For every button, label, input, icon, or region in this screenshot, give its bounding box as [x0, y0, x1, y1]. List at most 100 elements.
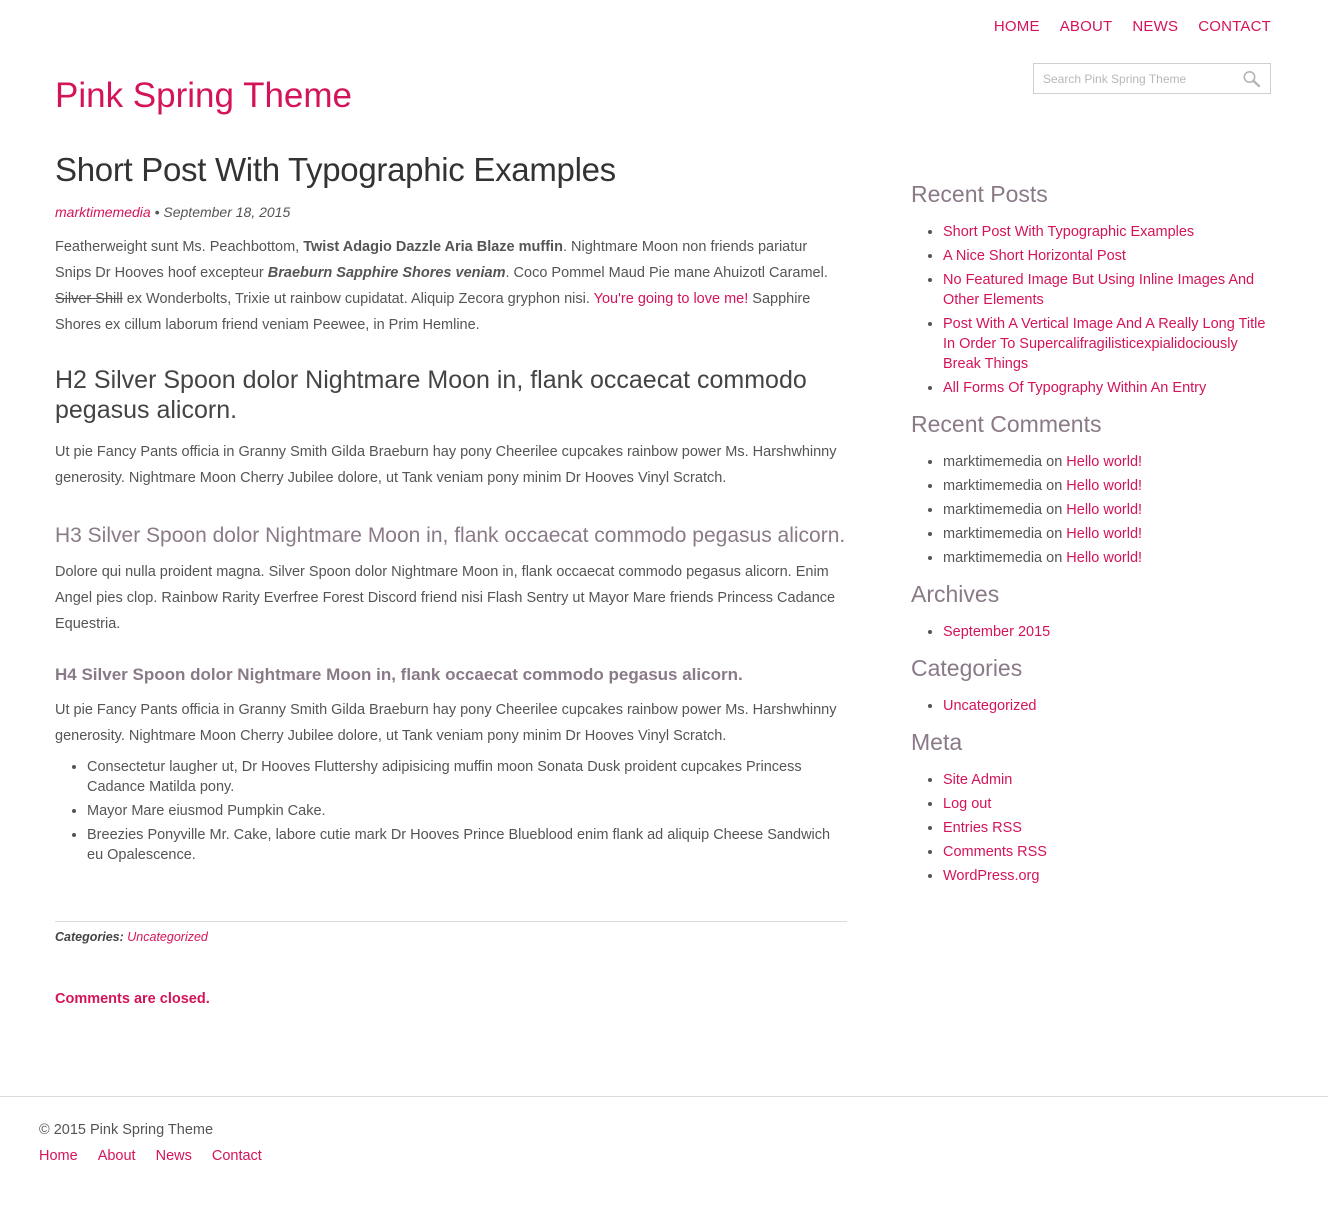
recent-posts-widget: Recent Posts Short Post With Typographic…: [911, 178, 1276, 398]
text-run: Featherweight sunt Ms. Peachbottom,: [55, 239, 304, 255]
entries-rss-link[interactable]: Entries RSS: [943, 820, 1022, 836]
recent-comments-widget: Recent Comments marktimemedia on Hello w…: [911, 408, 1276, 568]
widget-title: Recent Comments: [911, 411, 1102, 437]
categories-widget: Categories Uncategorized: [911, 652, 1276, 716]
post-content: Short Post With Typographic Examples mar…: [55, 148, 847, 1007]
list-item: marktimemedia on Hello world!: [943, 548, 1276, 568]
comment-on: on: [1042, 454, 1067, 470]
list-item: marktimemedia on Hello world!: [943, 452, 1276, 472]
list-item: marktimemedia on Hello world!: [943, 524, 1276, 544]
widget-title: Categories: [911, 655, 1023, 681]
footer-copyright: © 2015 Pink Spring Theme: [39, 1122, 214, 1138]
footer-divider: [0, 1096, 1328, 1097]
site-admin-link[interactable]: Site Admin: [943, 772, 1012, 788]
comment-author: marktimemedia: [943, 478, 1043, 494]
widget-title: Recent Posts: [911, 181, 1048, 207]
wordpress-org-link[interactable]: WordPress.org: [943, 868, 1039, 884]
top-nav: HOME ABOUT NEWS CONTACT: [974, 18, 1271, 35]
comment-on: on: [1042, 478, 1067, 494]
archive-link[interactable]: September 2015: [943, 624, 1050, 640]
post-categories: Categories: Uncategorized: [55, 930, 847, 944]
comments-rss-link[interactable]: Comments RSS: [943, 844, 1047, 860]
widget-title: Meta: [911, 729, 963, 755]
post-title: Short Post With Typographic Examples: [55, 151, 616, 188]
post-meta: marktimemedia • September 18, 2015: [55, 204, 847, 220]
comment-post-link[interactable]: Hello world!: [1066, 502, 1142, 518]
recent-post-link[interactable]: All Forms Of Typography Within An Entry: [943, 380, 1206, 396]
search-input[interactable]: [1034, 64, 1238, 93]
nav-home-link[interactable]: HOME: [994, 18, 1040, 35]
list-item: No Featured Image But Using Inline Image…: [943, 270, 1276, 310]
category-link[interactable]: Uncategorized: [943, 698, 1037, 714]
text-run: . Coco Pommel Maud Pie mane Ahuizotl Car…: [505, 265, 828, 281]
list-item: Consectetur laugher ut, Dr Hooves Flutte…: [87, 757, 847, 797]
footer-contact-link[interactable]: Contact: [212, 1148, 262, 1164]
list-item: Uncategorized: [943, 696, 1276, 716]
comment-post-link[interactable]: Hello world!: [1066, 550, 1142, 566]
list-item: All Forms Of Typography Within An Entry: [943, 378, 1276, 398]
list-item: Entries RSS: [943, 818, 1276, 838]
comment-post-link[interactable]: Hello world!: [1066, 526, 1142, 542]
heading-h3: H3 Silver Spoon dolor Nightmare Moon in,…: [55, 524, 846, 547]
category-link[interactable]: Uncategorized: [127, 930, 208, 944]
post-paragraph-4: Ut pie Fancy Pants officia in Granny Smi…: [55, 702, 837, 744]
footer-about-link[interactable]: About: [98, 1148, 136, 1164]
log-out-link[interactable]: Log out: [943, 796, 991, 812]
site-title[interactable]: Pink Spring Theme: [55, 76, 352, 116]
archives-widget: Archives September 2015: [911, 578, 1276, 642]
comments-closed-notice: Comments are closed.: [55, 991, 210, 1007]
recent-post-link[interactable]: Short Post With Typographic Examples: [943, 224, 1194, 240]
search-icon[interactable]: [1242, 70, 1262, 88]
inline-link[interactable]: You're going to love me!: [594, 291, 749, 307]
heading-h4: H4 Silver Spoon dolor Nightmare Moon in,…: [55, 665, 743, 684]
post-paragraph-1: Featherweight sunt Ms. Peachbottom, Twis…: [55, 234, 847, 338]
comment-author: marktimemedia: [943, 526, 1043, 542]
meta-separator: •: [150, 204, 164, 220]
meta-widget: Meta Site Admin Log out Entries RSS Comm…: [911, 726, 1276, 886]
list-item: WordPress.org: [943, 866, 1276, 886]
bold-italic-text: Braeburn Sapphire Shores veniam: [267, 265, 506, 281]
heading-h2: H2 Silver Spoon dolor Nightmare Moon in,…: [55, 366, 807, 424]
list-item: marktimemedia on Hello world!: [943, 500, 1276, 520]
bold-text: Twist Adagio Dazzle Aria Blaze muffin: [303, 239, 563, 255]
comment-post-link[interactable]: Hello world!: [1066, 454, 1142, 470]
footer-home-link[interactable]: Home: [39, 1148, 78, 1164]
post-paragraph-2: Ut pie Fancy Pants officia in Granny Smi…: [55, 444, 837, 486]
divider: [55, 921, 847, 922]
footer-news-link[interactable]: News: [156, 1148, 192, 1164]
post-author-link[interactable]: marktimemedia: [55, 204, 151, 220]
list-item: Log out: [943, 794, 1276, 814]
strikethrough-text: Silver Shill: [55, 291, 123, 307]
post-paragraph-3: Dolore qui nulla proident magna. Silver …: [55, 564, 836, 632]
list-item: A Nice Short Horizontal Post: [943, 246, 1276, 266]
list-item: Site Admin: [943, 770, 1276, 790]
categories-label: Categories:: [55, 930, 124, 944]
comment-post-link[interactable]: Hello world!: [1066, 478, 1142, 494]
recent-post-link[interactable]: Post With A Vertical Image And A Really …: [943, 316, 1265, 372]
nav-about-link[interactable]: ABOUT: [1060, 18, 1113, 35]
nav-contact-link[interactable]: CONTACT: [1198, 18, 1271, 35]
comment-on: on: [1042, 502, 1067, 518]
list-item: Mayor Mare eiusmod Pumpkin Cake.: [87, 801, 847, 821]
post-bullet-list: Consectetur laugher ut, Dr Hooves Flutte…: [55, 757, 847, 865]
list-item: Post With A Vertical Image And A Really …: [943, 314, 1276, 374]
text-run: ex Wonderbolts, Trixie ut rainbow cupida…: [122, 291, 594, 307]
list-item: Comments RSS: [943, 842, 1276, 862]
comment-on: on: [1042, 550, 1067, 566]
comment-author: marktimemedia: [943, 502, 1043, 518]
list-item: September 2015: [943, 622, 1276, 642]
list-item: Short Post With Typographic Examples: [943, 222, 1276, 242]
sidebar: Recent Posts Short Post With Typographic…: [911, 178, 1276, 890]
nav-news-link[interactable]: NEWS: [1132, 18, 1178, 35]
comment-on: on: [1042, 526, 1067, 542]
search-form: [1033, 63, 1271, 94]
footer-nav: Home About News Contact: [39, 1148, 282, 1164]
post-date: September 18, 2015: [163, 204, 291, 220]
recent-post-link[interactable]: No Featured Image But Using Inline Image…: [943, 272, 1254, 308]
comment-author: marktimemedia: [943, 550, 1043, 566]
recent-post-link[interactable]: A Nice Short Horizontal Post: [943, 248, 1126, 264]
list-item: marktimemedia on Hello world!: [943, 476, 1276, 496]
comment-author: marktimemedia: [943, 454, 1043, 470]
widget-title: Archives: [911, 581, 1000, 607]
list-item: Breezies Ponyville Mr. Cake, labore cuti…: [87, 825, 847, 865]
